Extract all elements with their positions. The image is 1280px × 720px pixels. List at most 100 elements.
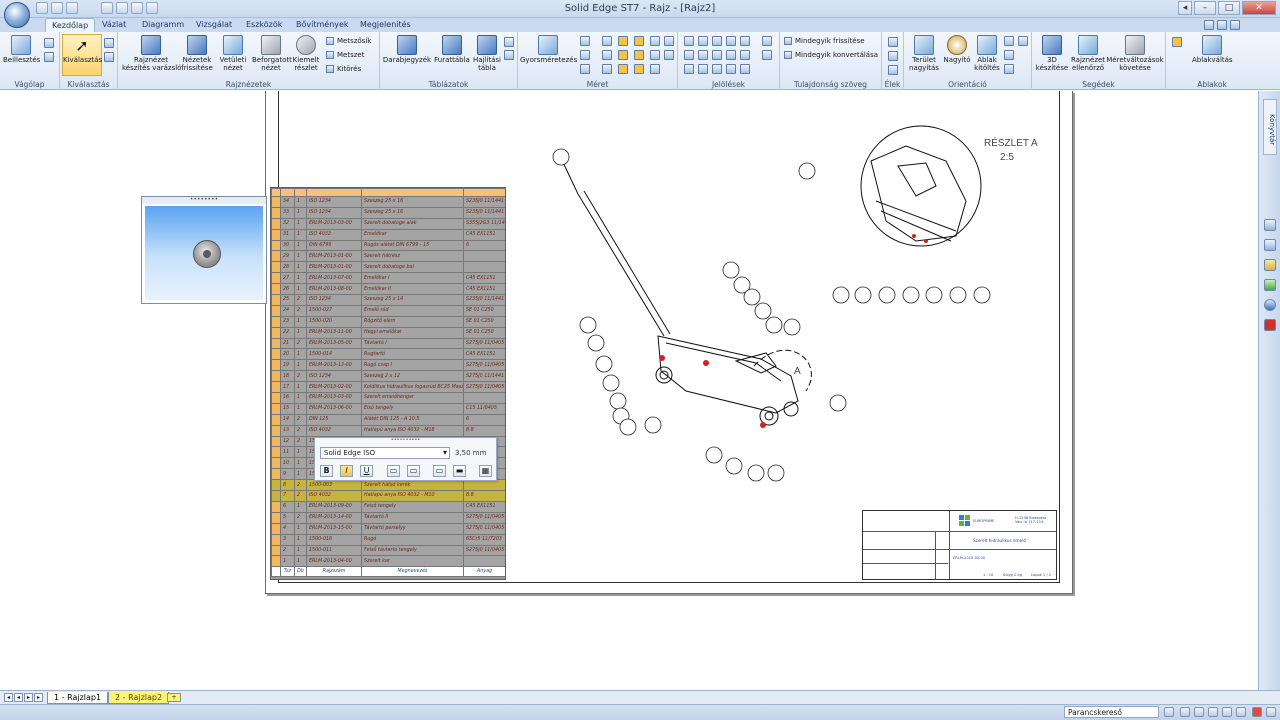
table-cell[interactable]: Koldlikus hidraulikus fogasrúd BC25 Masz…	[361, 381, 464, 394]
table-cell[interactable]: DIN 6799	[306, 239, 362, 252]
connector-icon[interactable]	[726, 36, 736, 46]
smart-dimension-button[interactable]: Gyorsméretezés	[520, 35, 577, 64]
table-cell[interactable]: ISO 1234	[306, 206, 362, 219]
table-row[interactable]: 17 1 ERLM-2013-02-00 Koldlikus hidraulikus …	[271, 381, 505, 394]
table-cell[interactable]: Szeszeg 25 x 16	[361, 196, 464, 208]
table-cell[interactable]: Szerelt hátrész	[361, 250, 464, 263]
table-cell[interactable]: ISO 4032	[306, 424, 362, 437]
table-cell[interactable]: 2	[294, 337, 307, 350]
fit-button[interactable]: Ablak kitöltés	[972, 35, 1002, 72]
table-cell[interactable]: Felső tengely	[361, 500, 464, 513]
table-cell[interactable]: 16	[280, 392, 295, 404]
dimension-icon[interactable]	[602, 50, 612, 60]
table-cell[interactable]: 2	[280, 544, 295, 557]
italic-button[interactable]: I	[340, 465, 353, 477]
first-sheet-icon[interactable]: ◂	[4, 693, 13, 702]
callout-icon[interactable]	[684, 36, 694, 46]
help-icon[interactable]	[1264, 299, 1276, 311]
dimension-icon[interactable]	[664, 50, 674, 60]
table-cell[interactable]: 14	[280, 413, 295, 426]
breakout-button[interactable]: Kitörés	[326, 65, 361, 73]
table-cell[interactable]: 18	[280, 370, 295, 383]
coordinate-icon[interactable]	[580, 64, 590, 74]
table-row[interactable]: 22 1 ERLM-2013-11-00 Hegyi emelőkar SE 01 C2…	[271, 326, 505, 339]
dimension-icon[interactable]	[634, 36, 644, 46]
dimension-tracker-button[interactable]: Méretváltozások követése	[1106, 35, 1164, 72]
table-row[interactable]: 2 1 1500-011 Felső távtartó tengely S275J0 1…	[271, 544, 505, 557]
table-cell[interactable]: C15 11/0405	[463, 402, 505, 415]
table-cell[interactable]: 1	[294, 326, 307, 339]
distance-icon[interactable]	[580, 36, 590, 46]
table-cell[interactable]: ISO 1234	[306, 370, 362, 383]
table-cell[interactable]: 1	[294, 468, 307, 481]
table-cell[interactable]: ISO 1234	[306, 294, 362, 306]
table-cell[interactable]: 23	[280, 315, 295, 328]
convert-all-button[interactable]: Mindegyik konvertálása	[784, 51, 878, 59]
search-icon[interactable]	[1164, 707, 1174, 717]
table-cell[interactable]: 20	[280, 348, 295, 361]
table-cell[interactable]: 11	[280, 446, 295, 459]
tab-diagramm[interactable]: Diagramm	[142, 18, 184, 32]
table-cell[interactable]: 1	[294, 402, 307, 415]
table-cell[interactable]: Szerelt kar	[361, 555, 464, 568]
table-row[interactable]: 31 1 ISO 4032 Emelőkar C45 EX1151	[271, 228, 505, 241]
table-cell[interactable]: ERLM-2013-15-00	[306, 522, 362, 535]
table-cell[interactable]: ERLM-2013-04-00	[306, 555, 362, 568]
table-cell[interactable]: Szerelt dobatoge bal	[361, 261, 464, 274]
table-cell[interactable]: Rugó	[361, 533, 464, 546]
table-cell[interactable]: 2	[294, 511, 307, 524]
tab-vazlat[interactable]: Vázlat	[102, 18, 126, 32]
grid-icon[interactable]	[1180, 707, 1190, 717]
dimension-icon[interactable]	[618, 50, 628, 60]
table-cell[interactable]: S235J0 11/1441	[463, 206, 505, 219]
dimension-icon[interactable]	[634, 50, 644, 60]
table-cell[interactable]: ERLM-2013-02-00	[306, 381, 362, 394]
table-cell[interactable]: 1	[294, 315, 307, 328]
table-cell[interactable]: Emelő rúd	[361, 304, 464, 317]
centerline-icon[interactable]	[698, 64, 708, 74]
table-cell[interactable]: 1500-003	[306, 479, 362, 492]
toolbar-drag-handle[interactable]: ••••••••••	[315, 438, 496, 443]
table-cell[interactable]: 1500-027	[306, 304, 362, 317]
table-cell[interactable]: 27	[280, 272, 295, 285]
table-cell[interactable]: 1	[294, 533, 307, 546]
part-preview-window[interactable]: ••••••••	[141, 196, 267, 304]
close-button[interactable]: ✕	[1242, 1, 1276, 15]
grid-icon[interactable]: ▦	[479, 465, 492, 477]
table-cell[interactable]: 6	[463, 413, 505, 426]
align-center-icon[interactable]: ▭	[407, 465, 420, 477]
table-cell[interactable]: Hatlapú anya ISO 4032 - M18	[361, 424, 464, 437]
table-cell[interactable]: 33	[280, 206, 295, 219]
zoom-out-icon[interactable]	[1208, 707, 1218, 717]
table-cell[interactable]: 1	[294, 522, 307, 535]
table-cell[interactable]: 65Cr5 11/7203	[463, 533, 505, 546]
table-cell[interactable]: C45 EX1151	[463, 228, 505, 241]
table-cell[interactable]	[463, 392, 505, 404]
table-cell[interactable]: 1	[294, 228, 307, 241]
tab-bovitmenyek[interactable]: Bővítmények	[296, 18, 349, 32]
detail-view-button[interactable]: Kiemelt részlet	[290, 35, 322, 72]
paste-button[interactable]: Beillesztés	[3, 35, 40, 64]
table-cell[interactable]: 3	[280, 533, 295, 546]
text-format-toolbar[interactable]: •••••••••• Solid Edge ISO 3,50 mm B I U …	[314, 437, 497, 481]
table-cell[interactable]: DIN 125	[306, 413, 362, 426]
table-row[interactable]: 26 1 ERLM-2013-08-00 Emelőkar II C45 EX1151	[271, 283, 505, 296]
dimension-icon[interactable]	[602, 36, 612, 46]
table-row[interactable]: 29 1 ERLM-2013-01-00 Szerelt hátrész	[271, 250, 505, 263]
tab-eszkozok[interactable]: Eszközök	[246, 18, 282, 32]
drawing-check-button[interactable]: Rajznézet ellenőrző	[1070, 35, 1106, 72]
table-cell[interactable]: 1500-011	[306, 544, 362, 557]
table-cell[interactable]	[463, 479, 505, 492]
minimize-button[interactable]: –	[1194, 1, 1216, 15]
border-icon[interactable]: ▭	[433, 465, 446, 477]
projected-view-button[interactable]: Vetületi nézet	[218, 35, 248, 72]
preview-drag-handle[interactable]: ••••••••	[142, 197, 266, 204]
update-all-button[interactable]: Mindegyik frissítése	[784, 37, 865, 45]
table-cell[interactable]: 15	[280, 402, 295, 415]
table-cell[interactable]: 10	[280, 457, 295, 470]
table-cell[interactable]: S275J0 11/0405	[463, 337, 505, 350]
edge-icon[interactable]	[888, 65, 898, 75]
dimension-icon[interactable]	[618, 64, 628, 74]
table-cell[interactable]: 1	[294, 348, 307, 361]
maximize-button[interactable]: □	[1218, 1, 1240, 15]
